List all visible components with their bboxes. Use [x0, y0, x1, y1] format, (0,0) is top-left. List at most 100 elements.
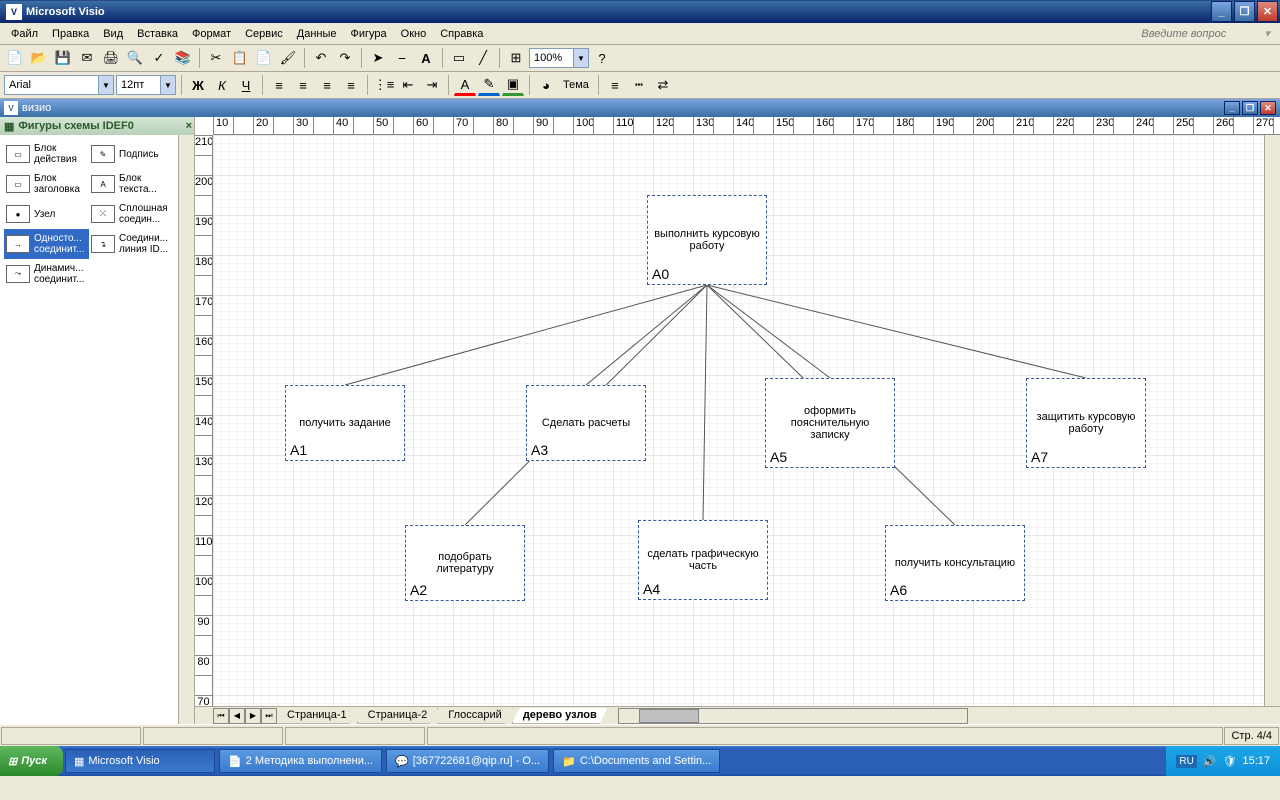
diagram-box-a7[interactable]: защитить курсовую работуA7: [1026, 378, 1146, 468]
align-center-button[interactable]: ≡: [292, 74, 314, 96]
help-button[interactable]: ?: [591, 47, 613, 69]
taskbar-task[interactable]: 📁C:\Documents and Settin...: [553, 749, 720, 773]
line-tool[interactable]: ╱: [472, 47, 494, 69]
menu-tools[interactable]: Сервис: [238, 25, 290, 43]
canvas-scrollbar-h[interactable]: [618, 708, 968, 724]
page-tab[interactable]: Глоссарий: [437, 708, 513, 724]
undo-button[interactable]: ↶: [310, 47, 332, 69]
language-indicator[interactable]: RU: [1176, 755, 1196, 768]
bullets-button[interactable]: ⋮≡: [373, 74, 395, 96]
line-weight-button[interactable]: ≡: [604, 74, 626, 96]
page-prev-button[interactable]: ◀: [229, 708, 245, 724]
connector-line[interactable]: [707, 285, 1086, 378]
font-combo[interactable]: Arial▼: [4, 75, 114, 95]
rectangle-tool[interactable]: ▭: [448, 47, 470, 69]
line-ends-button[interactable]: ⇄: [652, 74, 674, 96]
connector-line[interactable]: [707, 285, 830, 378]
fill-color-button[interactable]: ▣: [502, 74, 524, 96]
start-button[interactable]: ⊞ Пуск: [0, 746, 63, 776]
italic-button[interactable]: К: [211, 74, 233, 96]
menu-help[interactable]: Справка: [433, 25, 490, 43]
diagram-box-a0[interactable]: выполнить курсовую работуA0: [647, 195, 767, 285]
shape-stencil-item[interactable]: AБлок текста...: [89, 169, 174, 199]
connector-line[interactable]: [345, 285, 707, 385]
diagram-box-a1[interactable]: получить заданиеA1: [285, 385, 405, 461]
menu-file[interactable]: Файл: [4, 25, 45, 43]
theme-button[interactable]: ◕: [535, 74, 557, 96]
align-right-button[interactable]: ≡: [316, 74, 338, 96]
doc-maximize-button[interactable]: ❐: [1242, 101, 1258, 115]
line-pattern-button[interactable]: ┅: [628, 74, 650, 96]
menu-edit[interactable]: Правка: [45, 25, 96, 43]
drawing-canvas[interactable]: выполнить курсовую работуA0 получить зада…: [213, 135, 1264, 706]
taskbar-task[interactable]: 📄2 Методика выполнени...: [219, 749, 382, 773]
shape-stencil-item[interactable]: ⤳Динамич... соединит...: [4, 259, 89, 289]
page-next-button[interactable]: ▶: [245, 708, 261, 724]
font-color-button[interactable]: A: [454, 74, 476, 96]
bold-button[interactable]: Ж: [187, 74, 209, 96]
print-preview-button[interactable]: 🔍: [124, 47, 146, 69]
restore-button[interactable]: ❐: [1234, 1, 1255, 22]
connector-line[interactable]: [703, 285, 707, 520]
research-button[interactable]: 📚: [172, 47, 194, 69]
shape-stencil-item[interactable]: ↴Соедини... линия ID...: [89, 229, 174, 259]
print-button[interactable]: 🖨: [100, 47, 122, 69]
cut-button[interactable]: ✂: [205, 47, 227, 69]
save-button[interactable]: 💾: [52, 47, 74, 69]
tray-icon[interactable]: 🔊: [1203, 755, 1217, 768]
page-tab[interactable]: Страница-2: [357, 708, 439, 724]
help-ask-input[interactable]: [1141, 28, 1261, 40]
copy-button[interactable]: 📋: [229, 47, 251, 69]
canvas-scrollbar-v[interactable]: [1264, 135, 1280, 706]
taskbar-task[interactable]: 💬[367722681@qip.ru] - О...: [386, 749, 549, 773]
menu-format[interactable]: Формат: [185, 25, 238, 43]
doc-close-button[interactable]: ✕: [1260, 101, 1276, 115]
spelling-button[interactable]: ✓: [148, 47, 170, 69]
close-button[interactable]: ✕: [1257, 1, 1278, 22]
mail-button[interactable]: ✉: [76, 47, 98, 69]
new-button[interactable]: 📄: [4, 47, 26, 69]
page-first-button[interactable]: ⏮: [213, 708, 229, 724]
diagram-box-a3[interactable]: Сделать расчетыA3: [526, 385, 646, 461]
text-tool[interactable]: A: [415, 47, 437, 69]
underline-button[interactable]: Ч: [235, 74, 257, 96]
indent-decrease-button[interactable]: ⇤: [397, 74, 419, 96]
menu-shape[interactable]: Фигура: [344, 25, 394, 43]
diagram-box-a2[interactable]: подобрать литературуA2: [405, 525, 525, 601]
minimize-button[interactable]: _: [1211, 1, 1232, 22]
menu-insert[interactable]: Вставка: [130, 25, 185, 43]
menu-window[interactable]: Окно: [394, 25, 434, 43]
tray-icon[interactable]: 🛡: [1223, 755, 1237, 768]
open-button[interactable]: 📂: [28, 47, 50, 69]
doc-minimize-button[interactable]: _: [1224, 101, 1240, 115]
format-painter-button[interactable]: 🖌: [277, 47, 299, 69]
shape-stencil-item[interactable]: ▭Блок действия: [4, 139, 89, 169]
diagram-box-a5[interactable]: оформить пояснительную запискуA5: [765, 378, 895, 468]
line-color-button[interactable]: ✎: [478, 74, 500, 96]
connector-tool[interactable]: ⎯: [391, 47, 413, 69]
zoom-combo[interactable]: 100%▼: [529, 48, 589, 68]
connector-line[interactable]: [586, 285, 707, 385]
page-tab[interactable]: дерево узлов: [512, 708, 608, 724]
shape-stencil-item[interactable]: →Односто... соединит...: [4, 229, 89, 259]
paste-button[interactable]: 📄: [253, 47, 275, 69]
menu-data[interactable]: Данные: [290, 25, 344, 43]
help-ask-box[interactable]: ▾: [1141, 27, 1276, 40]
menu-view[interactable]: Вид: [96, 25, 130, 43]
shapes-scrollbar[interactable]: [178, 135, 194, 724]
shape-stencil-item[interactable]: ✎Подпись: [89, 139, 174, 169]
shapes-window-button[interactable]: ⊞: [505, 47, 527, 69]
clock[interactable]: 15:17: [1242, 755, 1270, 767]
redo-button[interactable]: ↷: [334, 47, 356, 69]
shape-stencil-item[interactable]: ▭Блок заголовка: [4, 169, 89, 199]
page-tab[interactable]: Страница-1: [276, 708, 358, 724]
page-last-button[interactable]: ⏭: [261, 708, 277, 724]
font-size-combo[interactable]: 12пт▼: [116, 75, 176, 95]
shape-stencil-item[interactable]: ⤫Сплошная соедин...: [89, 199, 174, 229]
shapes-panel-close[interactable]: ×: [186, 120, 192, 132]
diagram-box-a4[interactable]: сделать графическую частьA4: [638, 520, 768, 600]
taskbar-task[interactable]: ▦Microsoft Visio: [65, 749, 215, 773]
pointer-tool[interactable]: ➤: [367, 47, 389, 69]
align-justify-button[interactable]: ≡: [340, 74, 362, 96]
align-left-button[interactable]: ≡: [268, 74, 290, 96]
